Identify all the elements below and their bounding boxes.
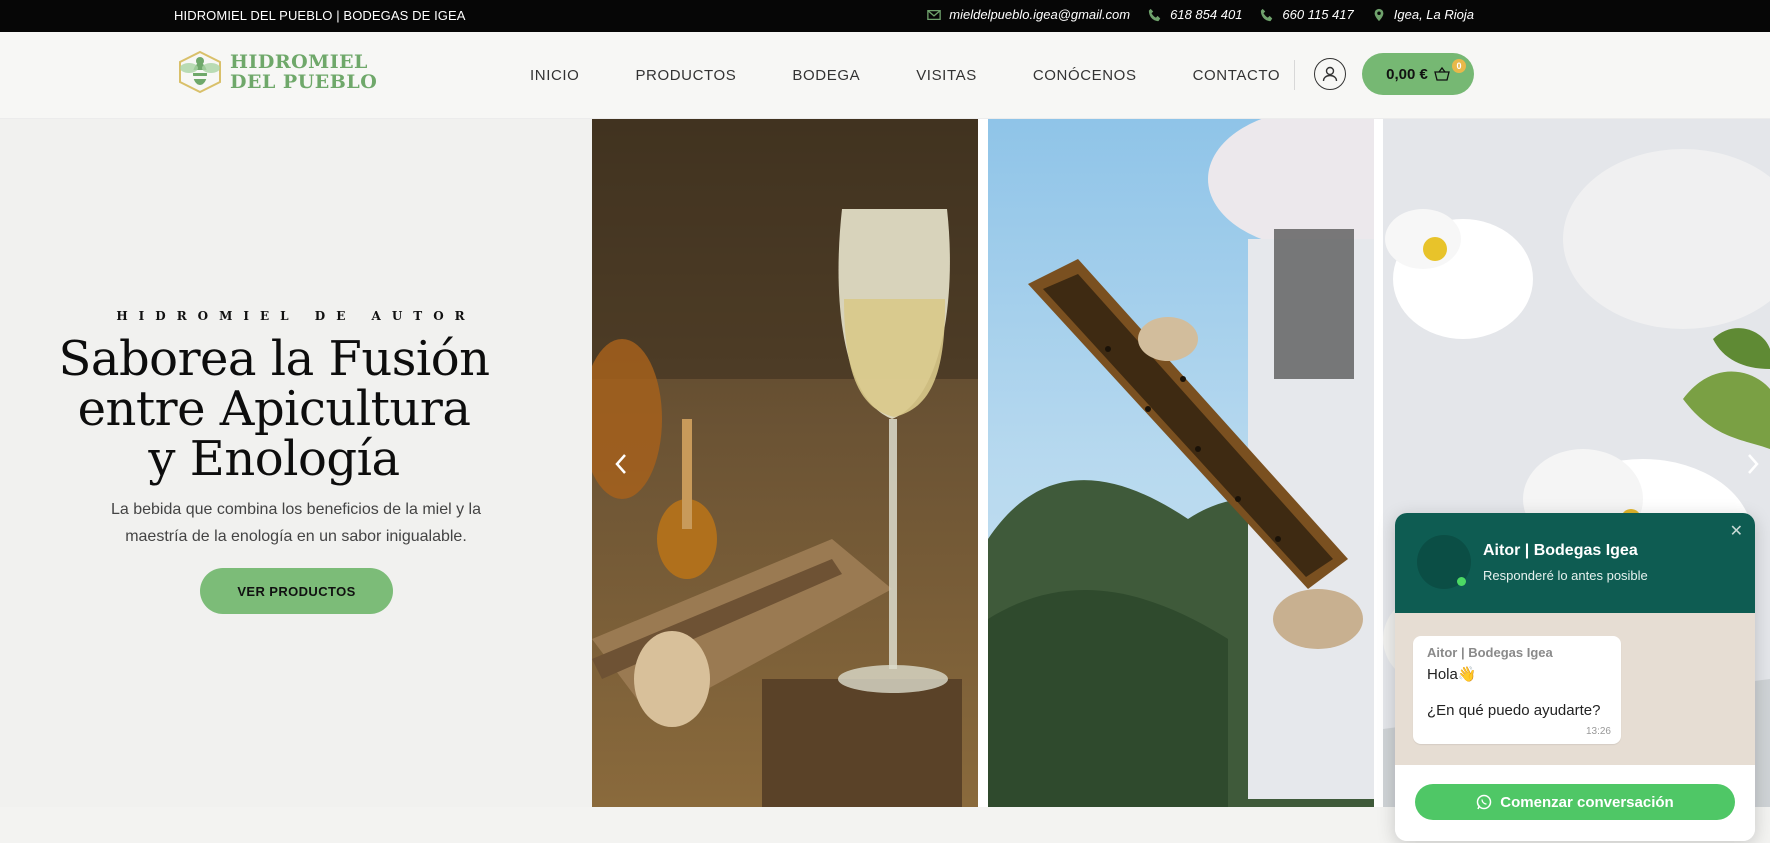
nav-item-conocenos[interactable]: CONÓCENOS <box>1033 67 1137 84</box>
chat-agent-status: Responderé lo antes posible <box>1483 568 1648 583</box>
nav-item-productos[interactable]: PRODUCTOS <box>635 67 736 84</box>
topbar-brand-text: HIDROMIEL DEL PUEBLO | BODEGAS DE IGEA <box>174 8 466 23</box>
hero-subtitle: La bebida que combina los beneficios de … <box>76 496 516 550</box>
hero-subtitle-line-1: La bebida que combina los beneficios de … <box>110 501 481 518</box>
main-nav: INICIO PRODUCTOS BODEGA VISITAS CONÓCENO… <box>530 67 1280 84</box>
logo-wordmark: HIDROMIEL DEL PUEBLO <box>230 52 377 92</box>
nav-item-contacto[interactable]: CONTACTO <box>1193 67 1281 84</box>
chevron-right-icon <box>1748 454 1759 474</box>
online-status-dot <box>1457 577 1466 586</box>
logo-line-2: DEL PUEBLO <box>230 71 378 93</box>
hero-title-line-1: Saborea la Fusión <box>58 331 490 387</box>
view-products-button[interactable]: VER PRODUCTOS <box>200 568 393 614</box>
location-text: Igea, La Rioja <box>1393 7 1474 22</box>
start-conversation-label: Comenzar conversación <box>1500 793 1674 811</box>
slide-beekeeper <box>988 119 1374 807</box>
chat-agent-name: Aitor | Bodegas Igea <box>1483 542 1638 559</box>
chat-footer: Comenzar conversación <box>1395 765 1755 841</box>
hero-subtitle-line-2: maestría de la enología en un sabor inig… <box>125 528 467 545</box>
message-greeting: Hola👋 <box>1427 666 1477 683</box>
topbar-email[interactable]: mieldelpueblo.igea@gmail.com <box>927 7 1130 22</box>
account-button[interactable] <box>1314 58 1346 90</box>
start-conversation-button[interactable]: Comenzar conversación <box>1415 784 1735 820</box>
chat-message-bubble: Aitor | Bodegas Igea Hola👋 ¿En qué puedo… <box>1413 636 1621 744</box>
nav-item-visitas[interactable]: VISITAS <box>916 67 977 84</box>
carousel-prev-button[interactable] <box>610 449 632 479</box>
map-pin-icon <box>1374 8 1384 21</box>
slide-wine-glass <box>592 119 978 807</box>
cart-count-badge: 0 <box>1452 59 1466 73</box>
user-icon <box>1322 66 1338 82</box>
phone-1-text: 618 854 401 <box>1170 7 1243 22</box>
cart-total: 0,00 € <box>1386 65 1428 83</box>
email-text: mieldelpueblo.igea@gmail.com <box>949 7 1131 22</box>
hero-title: Saborea la Fusión entre Apicultura y Eno… <box>0 334 548 484</box>
nav-item-bodega[interactable]: BODEGA <box>792 67 860 84</box>
hero-text-panel: HIDROMIEL DE AUTOR Saborea la Fusión ent… <box>0 119 592 807</box>
hero-eyebrow: HIDROMIEL DE AUTOR <box>116 309 476 323</box>
message-question: ¿En qué puedo ayudarte? <box>1427 702 1601 719</box>
nav-item-inicio[interactable]: INICIO <box>530 67 579 84</box>
topbar-phone-1[interactable]: 618 854 401 <box>1148 7 1242 22</box>
hero-title-line-3: y Enología <box>148 431 400 487</box>
cart-button[interactable]: 0,00 € 0 <box>1362 53 1474 95</box>
topbar-phone-2[interactable]: 660 115 417 <box>1260 7 1354 22</box>
chat-header: Aitor | Bodegas Igea Responderé lo antes… <box>1395 513 1755 613</box>
phone-2-text: 660 115 417 <box>1282 7 1354 22</box>
hero-title-line-2: entre Apicultura <box>77 381 471 437</box>
basket-icon <box>1434 66 1450 81</box>
message-time: 13:26 <box>1585 726 1611 737</box>
wine-glass-honey-photo <box>592 119 978 807</box>
topbar-contacts: mieldelpueblo.igea@gmail.com 618 854 401… <box>927 7 1474 22</box>
site-logo[interactable]: HIDROMIEL DEL PUEBLO <box>174 50 377 94</box>
mail-icon <box>927 9 942 20</box>
whatsapp-chat-widget: Aitor | Bodegas Igea Responderé lo antes… <box>1395 513 1755 841</box>
topbar-location: Igea, La Rioja <box>1372 7 1474 22</box>
nav-divider <box>1294 60 1295 90</box>
message-sender: Aitor | Bodegas Igea <box>1427 645 1553 660</box>
bee-logo-icon <box>179 50 221 94</box>
chat-body: Aitor | Bodegas Igea Hola👋 ¿En qué puedo… <box>1395 613 1755 765</box>
top-bar: HIDROMIEL DEL PUEBLO | BODEGAS DE IGEA m… <box>0 0 1770 32</box>
chevron-left-icon <box>615 454 626 474</box>
whatsapp-icon <box>1477 794 1492 810</box>
close-icon[interactable]: ✕ <box>1730 521 1743 541</box>
site-header: HIDROMIEL DEL PUEBLO INICIO PRODUCTOS BO… <box>0 32 1770 119</box>
phone-icon <box>1149 8 1161 21</box>
logo-line-1: HIDROMIEL <box>230 51 368 73</box>
phone-icon <box>1261 8 1273 21</box>
carousel-next-button[interactable] <box>1742 449 1764 479</box>
beekeeper-honeycomb-photo <box>988 119 1374 807</box>
